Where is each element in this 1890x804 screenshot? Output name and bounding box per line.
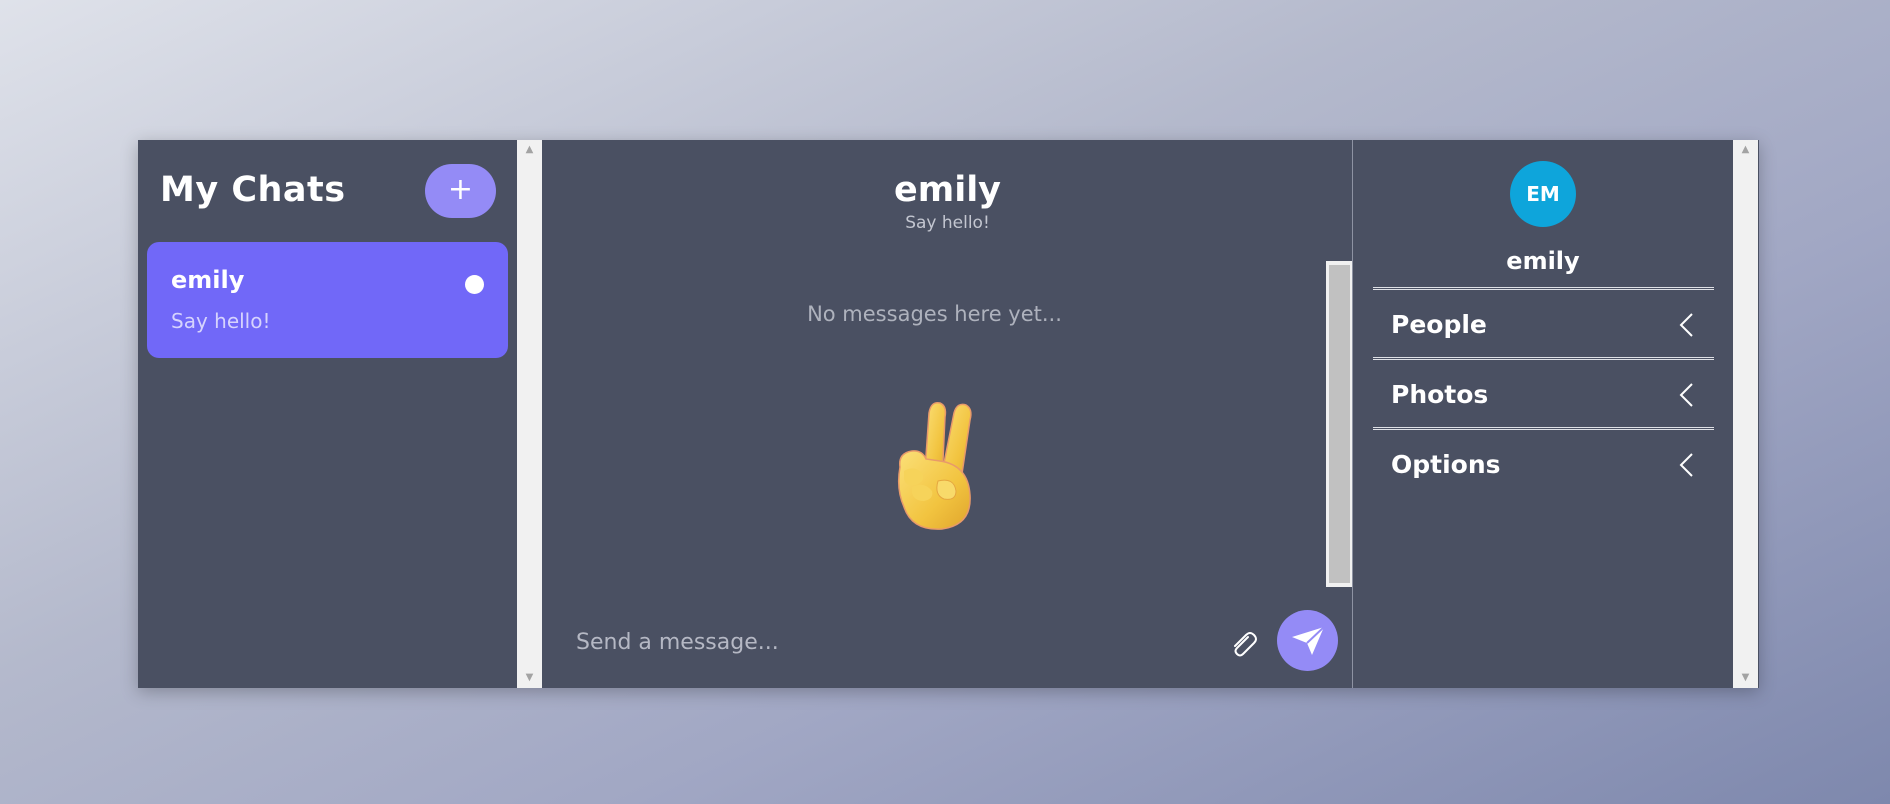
chat-card-name: emily [171,266,245,294]
chat-feed-scrollbar[interactable] [1326,261,1352,587]
chat-feed-title: emily [893,170,1002,210]
section-label: People [1391,310,1487,339]
chat-card-emily[interactable]: emily Say hello! [147,242,508,358]
scroll-up-arrow-icon[interactable]: ▲ [1733,142,1758,158]
unread-indicator [465,275,484,294]
scroll-down-arrow-icon[interactable]: ▼ [1733,670,1758,686]
section-label: Options [1391,450,1501,479]
settings-scrollbar[interactable]: ▲ ▼ [1733,140,1758,688]
chat-feed-panel: emily Say hello! No messages here yet... [542,140,1353,688]
peace-hand-emoji-icon [897,401,972,530]
no-messages-text: No messages here yet... [807,302,1062,326]
new-chat-button[interactable]: + [425,164,496,218]
paperclip-icon[interactable] [1227,628,1259,660]
scroll-up-arrow-icon[interactable]: ▲ [517,142,542,158]
section-photos[interactable]: Photos [1373,357,1714,427]
chat-card-preview: Say hello! [171,309,271,333]
chat-list-title: My Chats [160,170,346,210]
chevron-left-icon [1679,383,1693,407]
send-button[interactable] [1277,610,1338,671]
message-input[interactable] [576,622,1216,662]
chat-list-panel: My Chats + emily Say hello! [138,140,517,688]
section-people[interactable]: People [1373,287,1714,357]
section-options[interactable]: Options [1373,427,1714,497]
settings-username: emily [1506,247,1580,275]
chat-feed-subtitle: Say hello! [905,213,990,233]
chevron-left-icon [1679,313,1693,337]
send-arrow-icon [1292,626,1325,655]
chat-app-window: My Chats + emily Say hello! ▲ ▼ emily Sa… [138,140,1759,688]
chat-feed-scrollbar-thumb[interactable] [1329,265,1350,583]
avatar: EM [1510,161,1576,227]
chevron-left-icon [1679,453,1693,477]
chat-list-scrollbar[interactable]: ▲ ▼ [517,140,542,688]
scroll-down-arrow-icon[interactable]: ▼ [517,670,542,686]
section-label: Photos [1391,380,1489,409]
chat-settings-panel: EM emily People Photos Options [1353,140,1733,688]
